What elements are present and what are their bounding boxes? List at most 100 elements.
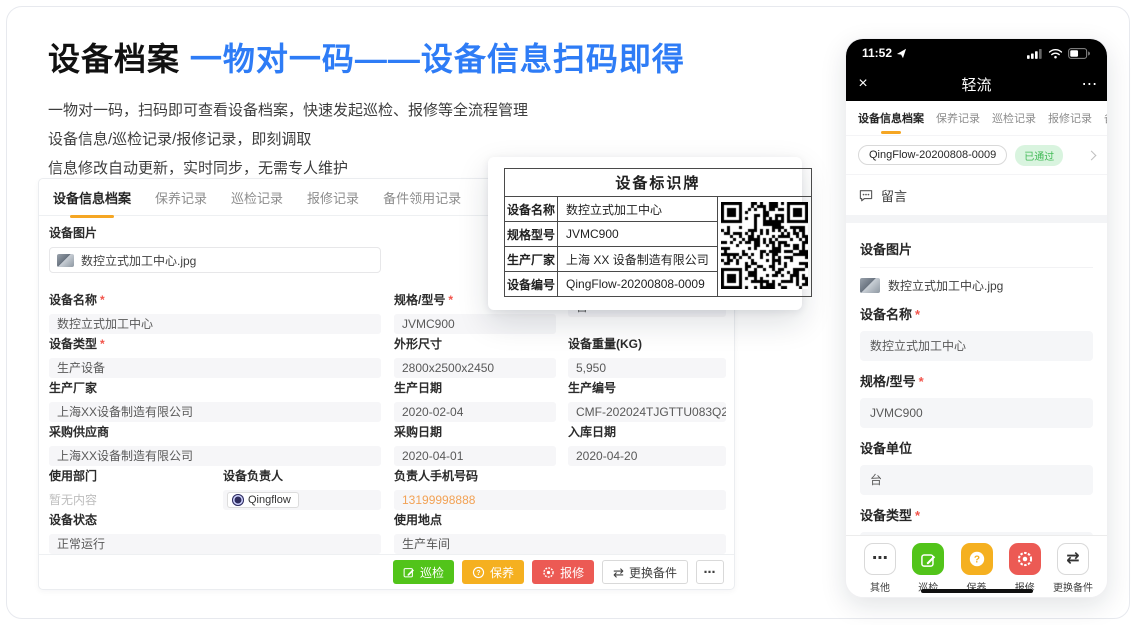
device-badge-card: 设备标识牌 设备名称 数控立式加工中心 规格型号 JVMC900 生产厂家 上海… (488, 157, 812, 310)
phone-field-unit[interactable]: 台 (860, 465, 1093, 495)
maintain-button[interactable]: ? 保养 (462, 560, 525, 584)
field-supplier[interactable]: 上海XX设备制造有限公司 (49, 446, 381, 466)
more-actions-button[interactable]: ⋯ (696, 560, 724, 584)
badge-label: 规格型号 (503, 221, 559, 247)
phone-field-device-name[interactable]: 数控立式加工中心 (860, 331, 1093, 361)
tab-label: 报修记录 (307, 190, 360, 206)
section-divider (846, 215, 1107, 223)
app-title: 轻流 (961, 76, 992, 94)
phone-tab-device-info[interactable]: 设备信息档案 (858, 110, 924, 134)
field-weight[interactable]: 5,950 (568, 358, 726, 378)
field-owner[interactable]: Qingflow (223, 490, 381, 510)
wifi-icon (1048, 48, 1063, 58)
question-icon: ? (472, 566, 485, 578)
close-icon[interactable]: × (846, 75, 880, 93)
required-mark: * (100, 293, 105, 307)
device-photo-file[interactable]: 数控立式加工中心.jpg (49, 247, 381, 273)
field-label-weight: 设备重量(KG) (568, 337, 642, 351)
required-mark: * (100, 337, 105, 351)
phone-action-bar: ⋯ 其他 巡检 ? 保养 报修 ⇄ 更换备件 (846, 535, 1107, 597)
status-badge: 已通过 (1015, 144, 1064, 166)
ellipsis-icon: ⋯ (872, 550, 888, 567)
field-label-device-status: 设备状态 (49, 513, 98, 527)
comment-label: 留言 (881, 188, 908, 204)
field-device-type[interactable]: 生产设备 (49, 358, 381, 378)
more-icon[interactable]: ⋯ (1073, 74, 1107, 94)
qr-code (720, 201, 808, 289)
repair-button[interactable]: 报修 (532, 560, 595, 584)
phone-field-label-device-type: 设备类型 * (860, 508, 921, 523)
field-label-production-no: 生产编号 (568, 381, 617, 395)
hero-line-2: 设备信息/巡检记录/报修记录，即刻调取 (48, 131, 312, 148)
field-production-no[interactable]: CMF-202024TJGTTU083Q223Q0 (568, 402, 726, 422)
button-label: 报修 (560, 565, 585, 580)
tab-label: 设备信息档案 (53, 190, 132, 206)
swap-icon: ⇄ (1066, 550, 1080, 567)
field-label-location: 使用地点 (394, 513, 443, 527)
comment-row[interactable]: 留言 (846, 175, 1107, 215)
phone-tab-maintenance[interactable]: 保养记录 (936, 110, 980, 126)
button-label: 保养 (490, 565, 515, 580)
field-model[interactable]: JVMC900 (394, 314, 556, 334)
tab-label: 巡检记录 (231, 190, 284, 206)
phone-field-label-model: 规格/型号 * (860, 374, 924, 389)
phone-photo-file[interactable]: 数控立式加工中心.jpg (860, 277, 1093, 294)
owner-chip[interactable]: Qingflow (227, 492, 299, 508)
panel-footer: 巡检 ? 保养 报修 ⇄ 更换备件 ⋯ (39, 554, 734, 589)
phone-tab-inspection[interactable]: 巡检记录 (992, 110, 1036, 126)
tab-spare-parts-records[interactable]: 备件领用记录 (383, 188, 461, 207)
action-other[interactable]: ⋯ 其他 (858, 543, 902, 597)
edit-icon (920, 553, 935, 567)
required-mark: * (448, 293, 454, 307)
owner-name: Qingflow (248, 494, 291, 506)
phone-tab-repair[interactable]: 报修记录 (1048, 110, 1092, 126)
action-label: 其他 (870, 583, 890, 594)
button-label: 更换备件 (628, 565, 677, 580)
phone-field-label-device-name: 设备名称 * (860, 307, 921, 322)
tab-device-info[interactable]: 设备信息档案 (53, 188, 132, 218)
file-thumbnail-icon (860, 278, 880, 293)
phone-nav-bar: × 轻流 ⋯ (846, 67, 1107, 101)
tab-repair-records[interactable]: 报修记录 (307, 188, 359, 207)
field-label-device-name: 设备名称 * (49, 293, 105, 307)
chevron-right-icon (1086, 150, 1097, 160)
question-icon: ? (969, 551, 984, 567)
field-dimensions[interactable]: 2800x2500x2450 (394, 358, 556, 378)
phone-mockup: 11:52 × 轻流 ⋯ 设备信息档案 保养记录 巡检记录 报修记录 备件领用 (845, 38, 1108, 598)
file-name: 数控立式加工中心.jpg (81, 253, 197, 268)
required-mark: * (915, 508, 921, 523)
field-device-status[interactable]: 正常运行 (49, 534, 381, 554)
badge-value: QingFlow-20200808-0009 (557, 271, 718, 297)
phone-field-model[interactable]: JVMC900 (860, 398, 1093, 428)
phone-tab-spare-parts[interactable]: 备件领用记录 (1104, 110, 1107, 126)
field-location[interactable]: 生产车间 (394, 534, 726, 554)
field-purchase-date[interactable]: 2020-04-01 (394, 446, 556, 466)
badge-value: 上海 XX 设备制造有限公司 (557, 246, 718, 272)
field-label-department: 使用部门 (49, 469, 98, 483)
file-name: 数控立式加工中心.jpg (888, 279, 1004, 293)
home-indicator (920, 589, 1033, 593)
record-row[interactable]: QingFlow-20200808-0009 已通过 (846, 135, 1107, 175)
inspection-button[interactable]: 巡检 (393, 560, 455, 584)
swap-parts-button[interactable]: ⇄ 更换备件 (602, 560, 688, 584)
tab-label: 备件领用记录 (383, 190, 462, 206)
tab-inspection-records[interactable]: 巡检记录 (231, 188, 283, 207)
field-owner-phone[interactable]: 13199998888 (394, 490, 726, 510)
badge-label: 设备名称 (503, 196, 559, 222)
cellular-signal-icon (1027, 48, 1042, 59)
badge-title: 设备标识牌 (504, 168, 812, 197)
record-id-pill[interactable]: QingFlow-20200808-0009 (858, 145, 1008, 165)
hero-line-1: 一物对一码，扫码即可查看设备档案，快速发起巡检、报修等全流程管理 (48, 102, 529, 119)
field-label-production-date: 生产日期 (394, 381, 443, 395)
tab-maintenance-records[interactable]: 保养记录 (155, 188, 207, 207)
active-tab-underline (881, 131, 901, 134)
field-production-date[interactable]: 2020-02-04 (394, 402, 556, 422)
field-storage-date[interactable]: 2020-04-20 (568, 446, 726, 466)
phone-tab-bar: 设备信息档案 保养记录 巡检记录 报修记录 备件领用记录 (846, 101, 1107, 135)
location-arrow-icon (896, 48, 907, 58)
required-mark: * (915, 307, 921, 322)
button-label: 巡检 (420, 565, 445, 580)
field-device-name[interactable]: 数控立式加工中心 (49, 314, 381, 334)
action-swap-parts[interactable]: ⇄ 更换备件 (1051, 543, 1095, 597)
field-manufacturer[interactable]: 上海XX设备制造有限公司 (49, 402, 381, 422)
